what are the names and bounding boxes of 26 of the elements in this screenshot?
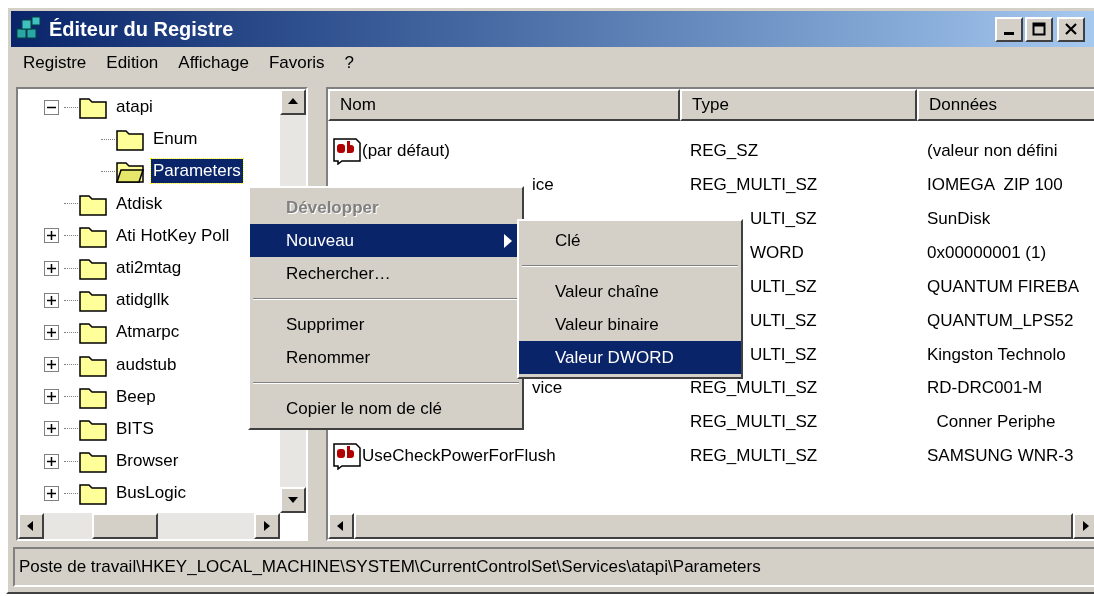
value-type: REG_SZ	[690, 140, 759, 163]
value-data: Kingston Technolo	[926, 343, 1067, 366]
value-data: QUANTUM FIREBA	[926, 275, 1081, 298]
value-type: ULTI_SZ	[750, 207, 817, 230]
value-type: REG_MULTI_SZ	[690, 445, 818, 468]
value-name: vice	[532, 377, 563, 400]
value-data: SAMSUNG WNR-3	[926, 445, 1075, 468]
value-data: Conner Periphe	[935, 411, 1057, 434]
value-name: (par défaut)	[362, 140, 450, 163]
value-type: ULTI_SZ	[750, 309, 817, 332]
window-title: Éditeur du Registre	[49, 17, 234, 42]
value-data: IOMEGA ZIP 100	[926, 174, 1064, 197]
value-name: UseCheckPowerForFlush	[362, 445, 556, 468]
value-type: WORD	[750, 241, 804, 264]
value-name: ice	[532, 174, 554, 197]
value-type: REG_MULTI_SZ	[690, 174, 818, 197]
status-bar: Poste de travail\HKEY_LOCAL_MACHINE\SYSTEM\CurrentControlSet\Services\atapi\Parameters	[13, 547, 1094, 587]
value-data: (valeur non défini	[926, 140, 1059, 163]
value-type: ULTI_SZ	[750, 343, 817, 366]
value-data: 0x00000001 (1)	[926, 241, 1048, 264]
value-data: QUANTUM_LPS52	[926, 309, 1075, 332]
value-type: REG_MULTI_SZ	[690, 377, 818, 400]
value-type: ULTI_SZ	[750, 275, 817, 298]
value-type: REG_MULTI_SZ	[690, 411, 818, 434]
value-data: RD-DRC001-M	[926, 377, 1044, 400]
value-data: SunDisk	[926, 207, 992, 230]
